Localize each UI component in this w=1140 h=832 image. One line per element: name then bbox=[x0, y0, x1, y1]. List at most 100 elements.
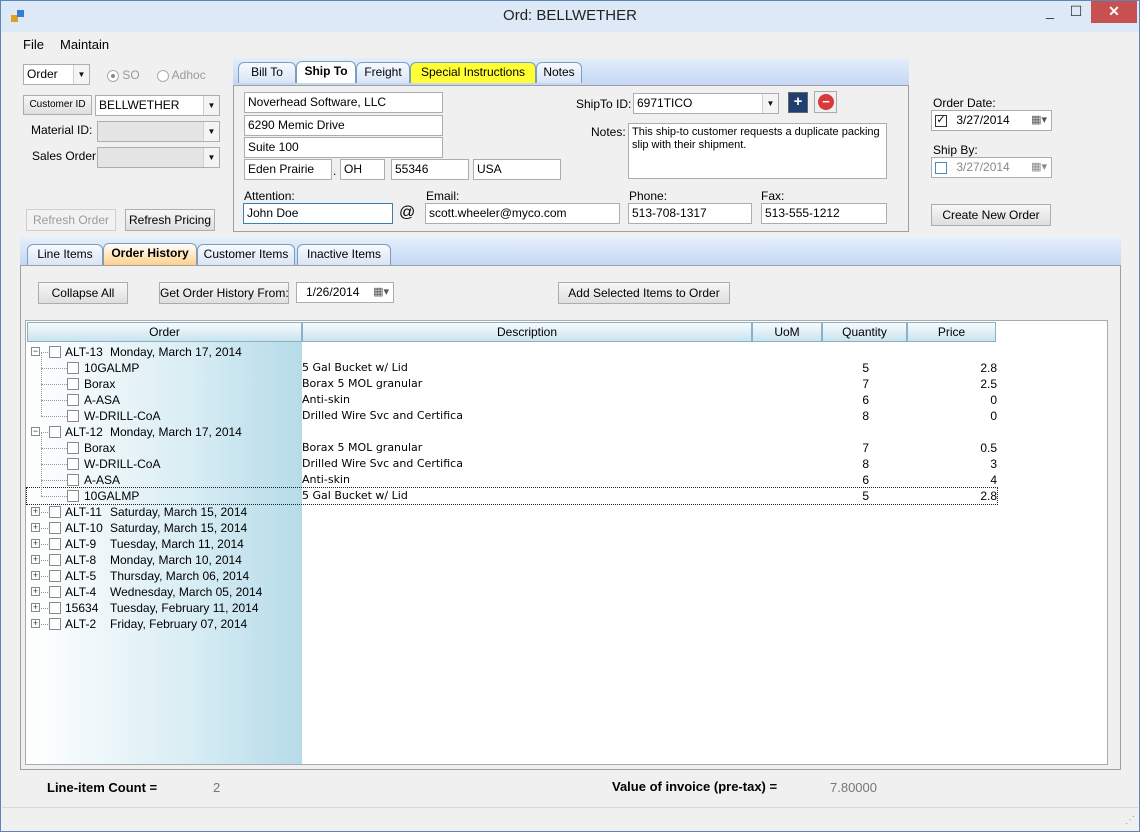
column-header-description[interactable]: Description bbox=[302, 322, 752, 342]
order-group-row[interactable]: − ALT-13 Monday, March 17, 2014 bbox=[27, 344, 1107, 360]
collapse-all-button[interactable]: Collapse All bbox=[38, 282, 128, 304]
ship-to-zip[interactable]: 55346 bbox=[391, 159, 469, 180]
expand-icon[interactable]: + bbox=[31, 555, 40, 564]
collapse-icon[interactable]: − bbox=[31, 347, 40, 356]
get-order-history-button[interactable]: Get Order History From: bbox=[159, 282, 289, 304]
order-group-checkbox[interactable] bbox=[49, 618, 61, 630]
order-item-row[interactable]: A-ASA Anti-skin 6 4 bbox=[27, 464, 1107, 488]
order-group-checkbox[interactable] bbox=[49, 538, 61, 550]
order-group-row[interactable]: +15634 Tuesday, February 11, 2014 bbox=[27, 600, 1107, 616]
order-group-checkbox[interactable] bbox=[49, 602, 61, 614]
ship-by-checkbox[interactable] bbox=[935, 161, 947, 174]
attention-input[interactable]: John Doe bbox=[243, 203, 393, 224]
so-radio[interactable]: SO bbox=[107, 68, 140, 82]
expand-icon[interactable]: + bbox=[31, 539, 40, 548]
order-item-checkbox[interactable] bbox=[67, 378, 79, 390]
tab-customer-items[interactable]: Customer Items bbox=[197, 244, 295, 265]
expand-icon[interactable]: + bbox=[31, 571, 40, 580]
order-group-checkbox[interactable] bbox=[49, 426, 61, 438]
fax-input[interactable]: 513-555-1212 bbox=[761, 203, 887, 224]
order-group-row[interactable]: + ALT-8 Monday, March 10, 2014 bbox=[27, 552, 1107, 568]
tab-ship-to[interactable]: Ship To bbox=[296, 61, 356, 83]
order-item-checkbox[interactable] bbox=[67, 442, 79, 454]
tab-bill-to[interactable]: Bill To bbox=[238, 62, 296, 83]
maximize-button[interactable]: ☐ bbox=[1059, 1, 1093, 23]
order-group-checkbox[interactable] bbox=[49, 522, 61, 534]
ship-to-city[interactable]: Eden Prairie bbox=[244, 159, 332, 180]
order-item-checkbox[interactable] bbox=[67, 362, 79, 374]
order-group-row[interactable]: + ALT-2 Friday, February 07, 2014 bbox=[27, 616, 1107, 632]
tab-inactive-items[interactable]: Inactive Items bbox=[297, 244, 391, 265]
order-type-select[interactable]: Order ▼ bbox=[23, 64, 90, 85]
material-select[interactable]: ▼ bbox=[97, 121, 220, 142]
order-group-checkbox[interactable] bbox=[49, 554, 61, 566]
tab-special-instructions[interactable]: Special Instructions bbox=[410, 62, 536, 83]
ship-to-name[interactable]: Noverhead Software, LLC bbox=[244, 92, 443, 113]
order-item-checkbox[interactable] bbox=[67, 474, 79, 486]
column-header-quantity[interactable]: Quantity bbox=[822, 322, 907, 342]
expand-icon[interactable]: + bbox=[31, 603, 40, 612]
order-group-checkbox[interactable] bbox=[49, 346, 61, 358]
sales-order-select[interactable]: ▼ bbox=[97, 147, 220, 168]
order-group-row[interactable]: + ALT-10 Saturday, March 15, 2014 bbox=[27, 520, 1107, 536]
adhoc-radio[interactable]: Adhoc bbox=[157, 68, 206, 82]
ship-to-address2[interactable]: Suite 100 bbox=[244, 137, 443, 158]
order-group-checkbox[interactable] bbox=[49, 570, 61, 582]
ship-to-country[interactable]: USA bbox=[473, 159, 561, 180]
phone-input[interactable]: 513-708-1317 bbox=[628, 203, 752, 224]
column-header-uom[interactable]: UoM bbox=[752, 322, 822, 342]
column-header-price[interactable]: Price bbox=[907, 322, 996, 342]
order-group-row[interactable]: − ALT-12 Monday, March 17, 2014 bbox=[27, 424, 1107, 440]
order-item-row[interactable]: Borax Borax 5 MOL granular 7 0.5 bbox=[27, 432, 1107, 456]
item-price: 3 bbox=[990, 457, 997, 471]
order-item-checkbox[interactable] bbox=[67, 458, 79, 470]
order-group-checkbox[interactable] bbox=[49, 586, 61, 598]
expand-icon[interactable]: + bbox=[31, 523, 40, 532]
column-header-order[interactable]: Order bbox=[27, 322, 302, 342]
history-from-date[interactable]: 1/26/2014 ▦▾ bbox=[296, 282, 394, 303]
order-item-row[interactable]: W-DRILL-CoA Drilled Wire Svc and Certific… bbox=[27, 448, 1107, 472]
order-item-checkbox[interactable] bbox=[67, 410, 79, 422]
expand-icon[interactable]: + bbox=[31, 619, 40, 628]
email-input[interactable]: scott.wheeler@myco.com bbox=[425, 203, 620, 224]
order-item-checkbox[interactable] bbox=[67, 490, 79, 502]
create-new-order-button[interactable]: Create New Order bbox=[931, 204, 1051, 226]
tab-notes[interactable]: Notes bbox=[536, 62, 582, 83]
refresh-pricing-button[interactable]: Refresh Pricing bbox=[125, 209, 215, 231]
ship-by-picker[interactable]: 3/27/2014 ▦▾ bbox=[931, 157, 1052, 178]
refresh-order-button[interactable]: Refresh Order bbox=[26, 209, 116, 231]
customer-id-button[interactable]: Customer ID bbox=[23, 95, 92, 115]
order-item-row[interactable]: A-ASA Anti-skin 6 0 bbox=[27, 384, 1107, 408]
expand-icon[interactable]: + bbox=[31, 587, 40, 596]
order-item-row[interactable]: W-DRILL-CoA Drilled Wire Svc and Certific… bbox=[27, 400, 1107, 424]
order-group-row[interactable]: + ALT-9 Tuesday, March 11, 2014 bbox=[27, 536, 1107, 552]
collapse-icon[interactable]: − bbox=[31, 427, 40, 436]
order-group-row[interactable]: + ALT-4 Wednesday, March 05, 2014 bbox=[27, 584, 1107, 600]
order-item-row[interactable]: Borax Borax 5 MOL granular 7 2.5 bbox=[27, 368, 1107, 392]
remove-shipto-button[interactable]: − bbox=[814, 91, 837, 113]
order-item-checkbox[interactable] bbox=[67, 394, 79, 406]
menu-maintain[interactable]: Maintain bbox=[60, 37, 109, 52]
order-item-row[interactable]: 10GALMP 5 Gal Bucket w/ Lid 5 2.8 bbox=[26, 480, 998, 505]
order-date-checkbox[interactable]: ✓ bbox=[935, 114, 947, 127]
ship-to-state[interactable]: OH bbox=[340, 159, 385, 180]
expand-icon[interactable]: + bbox=[31, 507, 40, 516]
notes-textarea[interactable]: This ship-to customer requests a duplica… bbox=[628, 123, 887, 179]
tab-order-history[interactable]: Order History bbox=[103, 243, 197, 265]
tab-freight[interactable]: Freight bbox=[356, 62, 410, 83]
tree-connector bbox=[41, 416, 67, 417]
order-group-checkbox[interactable] bbox=[49, 506, 61, 518]
ship-to-address1[interactable]: 6290 Memic Drive bbox=[244, 115, 443, 136]
order-group-row[interactable]: + ALT-5 Thursday, March 06, 2014 bbox=[27, 568, 1107, 584]
resize-grip-icon[interactable]: ⋰ bbox=[1125, 815, 1135, 826]
menu-file[interactable]: File bbox=[23, 37, 44, 52]
add-selected-items-button[interactable]: Add Selected Items to Order bbox=[558, 282, 730, 304]
order-group-row[interactable]: + ALT-11 Saturday, March 15, 2014 bbox=[27, 504, 1107, 520]
order-date-picker[interactable]: ✓ 3/27/2014 ▦▾ bbox=[931, 110, 1052, 131]
close-button[interactable]: ✕ bbox=[1091, 1, 1137, 23]
order-item-row[interactable]: 10GALMP 5 Gal Bucket w/ Lid 5 2.8 bbox=[27, 352, 1107, 376]
tab-line-items[interactable]: Line Items bbox=[27, 244, 103, 265]
customer-select[interactable]: BELLWETHER ▼ bbox=[95, 95, 220, 116]
shipto-id-select[interactable]: 6971TICO ▼ bbox=[633, 93, 779, 114]
add-shipto-button[interactable]: + bbox=[788, 92, 808, 113]
